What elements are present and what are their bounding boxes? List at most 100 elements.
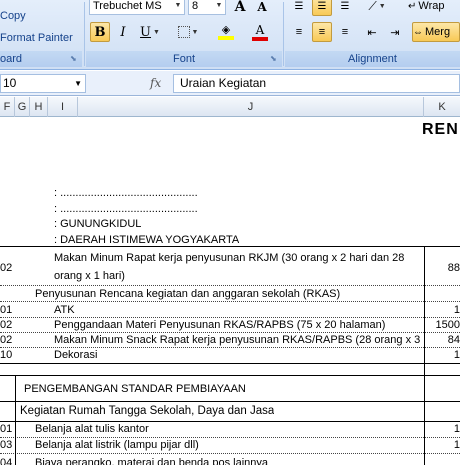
fill-bucket-icon: ◈ <box>221 24 231 36</box>
row-amount: 1500 <box>435 319 460 331</box>
row-description: Penggandaan Materi Penyusunan RKAS/RAPBS… <box>54 319 386 331</box>
section-heading: PENGEMBANGAN STANDAR PEMBIAYAAN <box>24 383 246 395</box>
column-header-k[interactable]: K <box>424 97 460 117</box>
table-border <box>0 375 460 376</box>
ribbon-separator <box>84 2 85 66</box>
orientation-button[interactable]: ⟋ ▼ <box>362 0 392 16</box>
borders-button[interactable]: ▼ <box>172 22 204 42</box>
font-size-value: 8 <box>192 0 199 12</box>
row-amount: 84 <box>447 334 460 346</box>
bold-button[interactable]: B <box>90 22 110 42</box>
align-left-button[interactable]: ≡ <box>289 22 309 42</box>
align-middle-button[interactable]: ☰ <box>312 0 332 16</box>
row-description: Makan Minum Rapat kerja penyusunan RKJM … <box>54 252 405 264</box>
row-divider <box>0 301 460 302</box>
column-header-g[interactable]: G <box>15 97 30 117</box>
font-name-value: Trebuchet MS <box>93 0 162 12</box>
row-description: Belanja alat tulis kantor <box>35 423 149 435</box>
formula-bar: 10 ▼ fx Uraian Kegiatan <box>0 71 460 96</box>
copy-button[interactable]: Copy <box>0 10 26 22</box>
italic-button[interactable]: I <box>114 22 132 42</box>
font-color-swatch <box>252 36 268 41</box>
function-icon[interactable]: fx <box>150 74 170 93</box>
font-color-label: A <box>255 22 265 37</box>
row-description: ATK <box>54 304 75 316</box>
align-right-button[interactable]: ≡ <box>335 22 355 42</box>
row-amount: 88 <box>447 262 460 274</box>
formula-input[interactable]: Uraian Kegiatan <box>173 74 460 93</box>
row-code: 02 <box>0 334 13 346</box>
row-amount: 1 <box>453 439 460 451</box>
row-divider <box>0 285 460 286</box>
table-border <box>0 421 460 422</box>
name-box-value: 10 <box>3 76 17 90</box>
merge-center-button[interactable]: ⇔ Merg <box>412 22 460 42</box>
wrap-text-button[interactable]: ↵ Wrap <box>408 0 460 16</box>
sheet-title: REN <box>422 121 459 138</box>
underline-label: U <box>140 24 152 40</box>
chevron-down-icon[interactable]: ▼ <box>153 29 160 36</box>
row-description: Belanja alat listrik (lampu pijar dll) <box>35 439 199 451</box>
chevron-down-icon[interactable]: ▼ <box>192 29 199 36</box>
row-code: 03 <box>0 439 13 451</box>
row-description-continued: orang x 1 hari) <box>54 270 125 282</box>
column-header-f[interactable]: F <box>0 97 15 117</box>
info-line: : ......................................… <box>54 187 198 199</box>
decrease-indent-button[interactable]: ⇤ <box>362 22 382 42</box>
font-size-combo[interactable]: 8 ▼ <box>188 0 226 15</box>
subsection-heading: Kegiatan Rumah Tangga Sekolah, Daya dan … <box>20 405 275 417</box>
table-border <box>0 363 460 364</box>
shrink-font-button[interactable]: A <box>252 0 272 17</box>
chevron-down-icon[interactable]: ▼ <box>379 3 386 10</box>
row-amount: 1 <box>453 423 460 435</box>
row-code: 02 <box>0 319 13 331</box>
column-header-j[interactable]: J <box>78 97 424 117</box>
info-line: : GUNUNGKIDUL <box>54 218 142 230</box>
row-code: 02 <box>0 262 13 274</box>
column-border <box>15 375 16 465</box>
chevron-down-icon[interactable]: ▼ <box>213 0 225 14</box>
underline-button[interactable]: U ▼ <box>136 22 164 42</box>
row-description: Biaya perangko, materai dan benda pos la… <box>35 457 268 465</box>
column-header-h[interactable]: H <box>30 97 48 117</box>
ribbon: Copy Format Painter oard ⬊ Trebuchet MS … <box>0 0 460 70</box>
grow-font-button[interactable]: A <box>230 0 250 17</box>
align-bottom-button[interactable]: ☰ <box>335 0 355 16</box>
name-box[interactable]: 10 ▼ <box>0 74 86 93</box>
info-line: : DAERAH ISTIMEWA YOGYAKARTA <box>54 234 240 243</box>
row-code: 01 <box>0 304 13 316</box>
row-divider <box>0 453 460 454</box>
merge-label: Merg <box>425 26 451 38</box>
column-headers: F G H I J K <box>0 97 460 117</box>
section-heading: Penyusunan Rencana kegiatan dan anggaran… <box>35 288 341 300</box>
increase-indent-button[interactable]: ⇥ <box>385 22 405 42</box>
row-divider <box>0 332 460 333</box>
worksheet[interactable]: REN : ..................................… <box>0 117 460 465</box>
borders-icon <box>177 26 190 38</box>
column-header-i[interactable]: I <box>48 97 78 117</box>
row-divider <box>0 437 460 438</box>
chevron-down-icon[interactable]: ▼ <box>74 75 82 92</box>
fill-color-button[interactable]: ◈ <box>210 22 242 42</box>
row-divider <box>0 317 460 318</box>
table-border <box>0 401 460 402</box>
row-amount: 1 <box>453 304 460 316</box>
row-description: Makan Minum Snack Rapat kerja penyusunan… <box>54 334 424 346</box>
clipboard-launcher-icon[interactable]: ⬊ <box>70 54 80 64</box>
row-code: 01 <box>0 423 13 435</box>
ribbon-separator <box>283 2 284 66</box>
chevron-down-icon[interactable]: ▼ <box>172 0 184 14</box>
font-group-label: Font <box>86 51 282 67</box>
font-color-button[interactable]: A <box>244 22 276 42</box>
row-code: 04 <box>0 457 13 465</box>
format-painter-button[interactable]: Format Painter <box>0 32 73 44</box>
merge-icon: ⇔ <box>413 26 423 38</box>
wrap-icon: ↵ <box>408 0 417 12</box>
table-border <box>0 246 460 247</box>
align-top-button[interactable]: ☰ <box>289 0 309 16</box>
font-name-combo[interactable]: Trebuchet MS ▼ <box>89 0 185 15</box>
font-launcher-icon[interactable]: ⬊ <box>270 54 280 64</box>
row-amount: 1 <box>453 349 460 361</box>
align-center-button[interactable]: ≡ <box>312 22 332 42</box>
row-code: 10 <box>0 349 13 361</box>
